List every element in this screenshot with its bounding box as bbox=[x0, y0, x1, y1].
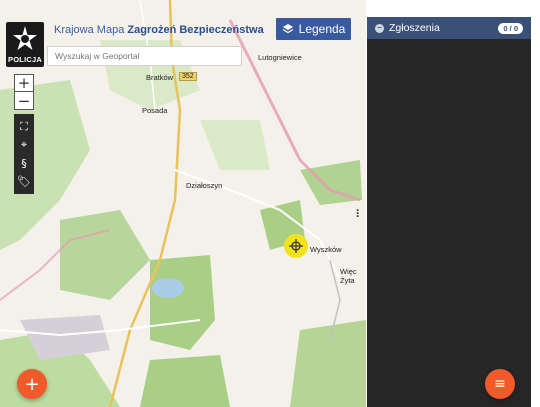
add-report-button[interactable]: + bbox=[17, 369, 47, 399]
reports-panel: − Zgłoszenia 0 / 0 bbox=[367, 17, 531, 407]
logo-text: POLICJA bbox=[8, 55, 42, 64]
paragraph-icon[interactable]: § bbox=[21, 158, 27, 169]
road-number-label: 352 bbox=[179, 72, 197, 81]
place-label: Wyszków bbox=[310, 245, 342, 254]
place-label: Bratków bbox=[146, 73, 174, 82]
count-badge: 0 / 0 bbox=[498, 22, 523, 34]
legend-label: Legenda bbox=[298, 22, 346, 36]
search-input[interactable] bbox=[47, 46, 242, 66]
title-prefix: Krajowa Mapa bbox=[54, 24, 125, 36]
map-toolbar: ⛶ ⌖ § 🏷 bbox=[14, 114, 34, 194]
zoom-in-button[interactable]: + bbox=[15, 74, 33, 92]
page-title: Krajowa Mapa Zagrożeń Bezpieczeństwa bbox=[54, 24, 264, 36]
police-logo: POLICJA bbox=[6, 22, 44, 67]
tags-icon[interactable]: 🏷 bbox=[17, 176, 31, 187]
place-label: Działoszyn bbox=[186, 181, 223, 190]
place-label: Posada bbox=[142, 106, 168, 115]
legend-button[interactable]: Legenda bbox=[276, 18, 351, 40]
layers-icon bbox=[282, 24, 293, 34]
police-star-icon bbox=[13, 26, 37, 50]
panel-title: Zgłoszenia bbox=[389, 22, 440, 34]
collapse-icon[interactable]: − bbox=[375, 23, 384, 33]
filter-button[interactable]: ≡ bbox=[485, 369, 515, 399]
zoom-out-button[interactable]: − bbox=[15, 92, 33, 110]
place-label: Żyta bbox=[340, 276, 355, 285]
panel-header[interactable]: − Zgłoszenia 0 / 0 bbox=[367, 17, 531, 39]
locate-icon[interactable]: ⌖ bbox=[21, 139, 27, 150]
zoom-control: + − bbox=[14, 74, 34, 110]
crosshair-icon bbox=[289, 239, 303, 253]
app-root: POLICJA Krajowa Mapa Zagrożeń Bezpieczeń… bbox=[0, 0, 540, 407]
location-marker[interactable] bbox=[284, 234, 308, 258]
fullscreen-icon[interactable]: ⛶ bbox=[20, 121, 28, 132]
more-options-icon[interactable]: · · · bbox=[356, 204, 360, 222]
map-view[interactable]: POLICJA Krajowa Mapa Zagrożeń Bezpieczeń… bbox=[0, 0, 366, 407]
place-label: Więc bbox=[340, 267, 357, 276]
place-label: Lutogniewice bbox=[258, 53, 302, 62]
title-main: Zagrożeń Bezpieczeństwa bbox=[127, 24, 264, 36]
